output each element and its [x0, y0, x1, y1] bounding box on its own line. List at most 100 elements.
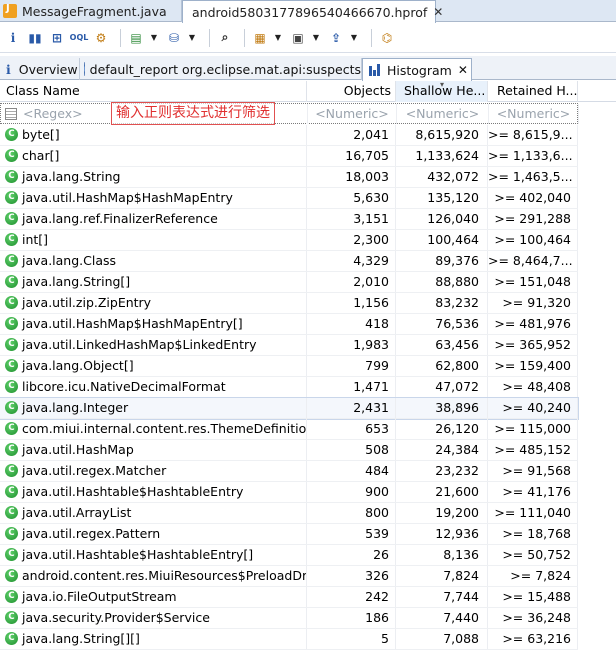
report-icon [84, 62, 85, 76]
overview-info-icon[interactable]: i [4, 29, 22, 47]
class-name-cell: char[] [0, 146, 307, 166]
objects-cell: 418 [307, 314, 396, 334]
table-row[interactable]: Cjava.lang.Class 4,329 89,376 >= 8,464,7... [0, 251, 578, 272]
class-name-cell: java.util.regex.Matcher [0, 461, 307, 481]
objects-cell: 484 [307, 461, 396, 481]
tree-hierarchy-icon[interactable]: ⌬ [378, 29, 396, 47]
objects-cell: 16,705 [307, 146, 396, 166]
objects-cell: 5,630 [307, 188, 396, 208]
table-row[interactable]: Cint[] 2,300 100,464 >= 100,464 [0, 230, 578, 251]
retained-heap-cell: >= 18,768 [488, 524, 578, 544]
query-browser-icon[interactable]: ⛁ [165, 29, 183, 47]
retained-heap-cell: >= 91,320 [488, 293, 578, 313]
objects-cell: 2,300 [307, 230, 396, 250]
table-row[interactable]: Cjava.util.regex.Matcher 484 23,232 >= 91,5… [0, 461, 578, 482]
column-header-retained-heap[interactable]: Retained H... [488, 81, 578, 102]
shallow-heap-cell: 38,896 [396, 398, 488, 418]
retained-heap-cell: >= 159,400 [488, 356, 578, 376]
thread-overview-icon[interactable]: ⚙ [92, 29, 110, 47]
tab-default-report[interactable]: default_report org.eclipse.mat.api:suspe… [80, 58, 362, 80]
table-row[interactable]: Cjava.util.zip.ZipEntry 1,156 83,232 >= 91,… [0, 293, 578, 314]
table-row[interactable]: Cjava.util.regex.Pattern 539 12,936 >= 18,7… [0, 524, 578, 545]
editor-tab-message-fragment[interactable]: MessageFragment.java [0, 0, 182, 22]
java-file-icon [3, 3, 17, 18]
class-name-cell: java.lang.String [0, 167, 307, 187]
table-row[interactable]: Cjava.lang.Object[] 799 62,800 >= 159,400 [0, 356, 578, 377]
objects-cell: 653 [307, 419, 396, 439]
table-row[interactable]: Cchar[] 16,705 1,133,624 >= 1,133,6... [0, 146, 578, 167]
table-row[interactable]: Cjava.lang.String[] 2,010 88,880 >= 151,048 [0, 272, 578, 293]
class-name-cell: libcore.icu.NativeDecimalFormat [0, 377, 307, 397]
shallow-heap-cell: 24,384 [396, 440, 488, 460]
class-name-cell: android.content.res.MiuiResources$Preloa… [0, 566, 307, 586]
table-row[interactable]: Cjava.util.HashMap 508 24,384 >= 485,152 [0, 440, 578, 461]
table-row[interactable]: Cjava.lang.Integer 2,431 38,896 >= 40,240 [0, 397, 579, 420]
table-row[interactable]: Cjava.util.ArrayList 800 19,200 >= 111,040 [0, 503, 578, 524]
table-row[interactable]: Candroid.content.res.MiuiResources$Prelo… [0, 566, 578, 587]
reports-icon[interactable]: ▤ [127, 29, 145, 47]
export-icon[interactable]: ⇪ [327, 29, 345, 47]
calculator-icon[interactable]: ▣ [289, 29, 307, 47]
table-row[interactable]: Cjava.lang.String 18,003 432,072 >= 1,463,5… [0, 167, 578, 188]
chevron-down-icon[interactable]: ▼ [187, 29, 197, 47]
chevron-down-icon[interactable]: ▼ [349, 29, 359, 47]
close-icon[interactable]: ✕ [433, 5, 443, 19]
editor-tab-hprof[interactable]: android5803177896540466670.hprof ✕ [182, 0, 443, 23]
retained-heap-cell: >= 151,048 [488, 272, 578, 292]
shallow-heap-cell: 19,200 [396, 503, 488, 523]
table-row[interactable]: Cjava.security.Provider$Service 186 7,440 >… [0, 608, 578, 629]
retained-heap-cell: >= 40,240 [488, 398, 578, 418]
objects-filter-input[interactable]: <Numeric> [308, 104, 397, 124]
objects-cell: 1,156 [307, 293, 396, 313]
shallow-heap-cell: 23,232 [396, 461, 488, 481]
table-row[interactable]: Ccom.miui.internal.content.res.ThemeDefi… [0, 419, 578, 440]
table-row[interactable]: Cbyte[] 2,041 8,615,920 >= 8,615,9... [0, 125, 578, 146]
oql-icon[interactable]: OQL [70, 29, 89, 47]
objects-cell: 539 [307, 524, 396, 544]
column-header-class-name[interactable]: Class Name [0, 81, 307, 102]
table-row[interactable]: Cjava.util.LinkedHashMap$LinkedEntry 1,98… [0, 335, 578, 356]
objects-cell: 242 [307, 587, 396, 607]
chevron-down-icon[interactable]: ▼ [149, 29, 159, 47]
table-row[interactable]: Cjava.util.HashMap$HashMapEntry 5,630 135,… [0, 188, 578, 209]
column-header-objects[interactable]: Objects [307, 81, 396, 102]
table-row[interactable]: Cjava.util.Hashtable$HashtableEntry[] 26 8… [0, 545, 578, 566]
shallow-heap-cell: 62,800 [396, 356, 488, 376]
toolbar-separator [120, 28, 121, 47]
group-by-icon[interactable]: ▦ [251, 29, 269, 47]
search-icon[interactable]: ⌕ [216, 29, 234, 47]
tab-overview[interactable]: i Overview [0, 58, 80, 80]
class-name-cell: java.lang.ref.FinalizerReference [0, 209, 307, 229]
tab-histogram[interactable]: Histogram ✕ [362, 58, 472, 81]
retained-heap-cell: >= 365,952 [488, 335, 578, 355]
class-name-cell: com.miui.internal.content.res.ThemeDefin… [0, 419, 307, 439]
table-row[interactable]: Cjava.util.HashMap$HashMapEntry[] 418 76,5… [0, 314, 578, 335]
table-row[interactable]: Cjava.util.Hashtable$HashtableEntry 900 21… [0, 482, 578, 503]
close-icon[interactable]: ✕ [458, 63, 468, 77]
tab-label: Overview [18, 61, 78, 77]
retained-filter-input[interactable]: <Numeric> [489, 104, 579, 124]
shallow-filter-input[interactable]: <Numeric> [397, 104, 489, 124]
table-row[interactable]: Clibcore.icu.NativeDecimalFormat 1,471 47,… [0, 377, 578, 398]
retained-heap-cell: >= 15,488 [488, 587, 578, 607]
objects-cell: 3,151 [307, 209, 396, 229]
histogram-icon[interactable]: ▮▮ [26, 29, 44, 47]
shallow-heap-cell: 432,072 [396, 167, 488, 187]
objects-cell: 900 [307, 482, 396, 502]
class-name-cell: java.lang.String[] [0, 272, 307, 292]
chevron-down-icon[interactable]: ▼ [273, 29, 283, 47]
objects-cell: 26 [307, 545, 396, 565]
retained-heap-cell: >= 50,752 [488, 545, 578, 565]
dominator-tree-icon[interactable]: ⊞ [48, 29, 66, 47]
class-name-cell: java.util.Hashtable$HashtableEntry[] [0, 545, 307, 565]
toolbar-separator [371, 28, 372, 47]
retained-heap-cell: >= 36,248 [488, 608, 578, 628]
table-row[interactable]: Cjava.io.FileOutputStream 242 7,744 >= 15,4… [0, 587, 578, 608]
retained-heap-cell: >= 91,568 [488, 461, 578, 481]
editor-tab-label: android5803177896540466670.hprof [192, 4, 428, 20]
objects-cell: 800 [307, 503, 396, 523]
table-row[interactable]: Cjava.lang.ref.FinalizerReference 3,151 12… [0, 209, 578, 230]
chevron-down-icon[interactable]: ▼ [311, 29, 321, 47]
table-row[interactable]: Cjava.lang.String[][] 5 7,088 >= 63,216 [0, 629, 578, 650]
retained-heap-cell: >= 1,133,6... [488, 146, 578, 166]
